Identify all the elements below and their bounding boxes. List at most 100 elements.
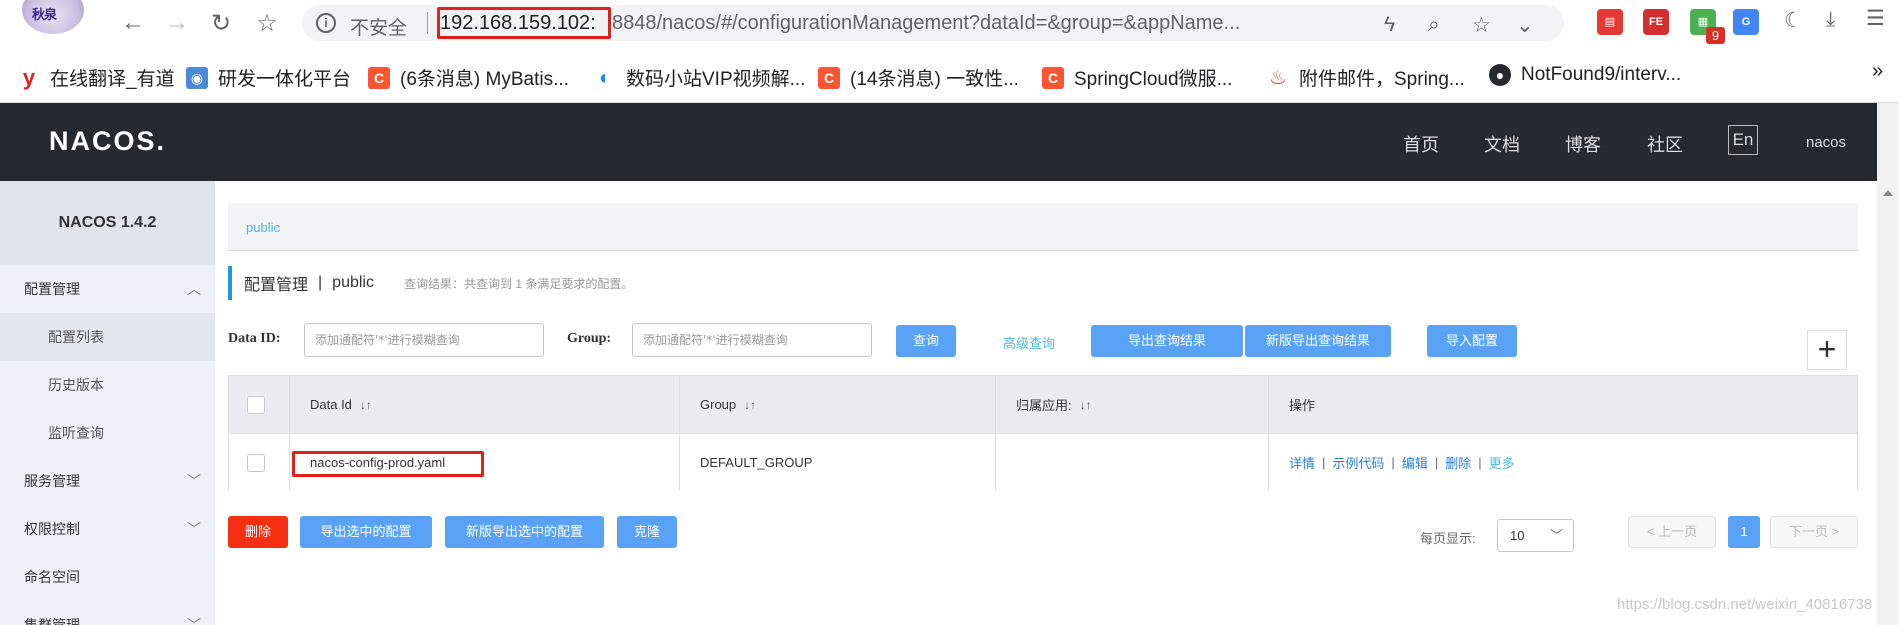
youdao-icon: y (18, 66, 40, 89)
page-size-select[interactable]: 10 ﹀ (1497, 519, 1574, 552)
extension-fe-icon[interactable]: FE (1643, 9, 1669, 35)
clone-button[interactable]: 克隆 (617, 516, 677, 548)
sort-icon[interactable]: ↓↑ (360, 398, 372, 412)
prev-page-button[interactable]: < 上一页 (1628, 516, 1716, 548)
header-operations: 操作 (1269, 376, 1857, 433)
sidebar-item-label: 监听查询 (48, 425, 104, 441)
sidebar-item-label: 服务管理 (24, 473, 80, 489)
namespace-tab-public[interactable]: public (246, 220, 280, 235)
export-query-new-button[interactable]: 新版导出查询结果 (1245, 325, 1391, 357)
translate-icon[interactable]: G (1733, 9, 1759, 35)
row-select-cell (229, 434, 290, 491)
devops-icon: ◉ (186, 66, 208, 89)
page-title: 配置管理 | public 查询结果：共查询到 1 条满足要求的配置。 (228, 266, 633, 300)
sidebar-item-cluster-management[interactable]: 集群管理 ﹀ (0, 601, 215, 625)
nav-home[interactable]: 首页 (1403, 131, 1439, 157)
bookmark-label: 在线翻译_有道 (50, 69, 175, 90)
header-app[interactable]: 归属应用: ↓↑ (996, 376, 1269, 433)
export-selected-button[interactable]: 导出选中的配置 (300, 516, 432, 548)
star-icon[interactable]: ☆ (1472, 13, 1491, 38)
add-config-button[interactable]: + (1807, 330, 1847, 370)
bookmark-item[interactable]: ♨ 附件邮件，Spring... (1267, 64, 1465, 91)
sidebar-item-listener-query[interactable]: 监听查询 (0, 409, 215, 457)
delete-button[interactable]: 删除 (228, 516, 288, 548)
nav-docs[interactable]: 文档 (1484, 131, 1520, 157)
page-1-button[interactable]: 1 (1728, 516, 1760, 548)
chevron-down-icon: ﹀ (187, 473, 201, 489)
advanced-query-link[interactable]: 高级查询 (1003, 333, 1055, 352)
sidebar-item-namespace[interactable]: 命名空间 (0, 553, 215, 601)
bookmark-star-icon[interactable]: ☆ (252, 8, 282, 38)
nacos-logo[interactable]: NACOS. (49, 126, 166, 157)
info-icon[interactable]: i (316, 13, 336, 33)
bookmark-item[interactable]: ◐ 数码小站VIP视频解... (594, 64, 805, 91)
nav-blog[interactable]: 博客 (1565, 131, 1601, 157)
next-page-button[interactable]: 下一页 > (1770, 516, 1858, 548)
page-scrollbar[interactable] (1877, 103, 1899, 625)
query-button[interactable]: 查询 (896, 325, 956, 357)
scroll-up-icon[interactable] (1883, 190, 1893, 196)
back-icon[interactable]: ← (118, 8, 148, 38)
github-icon: ● (1489, 64, 1511, 86)
profile-avatar[interactable]: 秋泉 (22, 0, 84, 34)
bookmark-label: NotFound9/interv... (1521, 64, 1682, 85)
row-checkbox[interactable] (247, 453, 265, 472)
sidebar-item-access-control[interactable]: 权限控制 ﹀ (0, 505, 215, 553)
sidebar-item-label: 命名空间 (24, 569, 80, 585)
user-menu[interactable]: nacos (1806, 134, 1846, 151)
csdn-icon: C (1042, 66, 1064, 89)
forward-icon[interactable]: → (162, 8, 192, 38)
dark-mode-icon[interactable]: ☾ (1784, 8, 1803, 33)
bookmark-label: SpringCloud微服... (1074, 69, 1233, 90)
edit-link[interactable]: 编辑 (1402, 453, 1428, 472)
video-icon: ◐ (594, 66, 616, 89)
sort-icon[interactable]: ↓↑ (1080, 398, 1092, 412)
bookmark-label: 附件邮件，Spring... (1299, 69, 1465, 90)
sidebar-item-label: 集群管理 (24, 617, 80, 625)
bookmark-item[interactable]: C SpringCloud微服... (1042, 64, 1232, 91)
more-link[interactable]: 更多 (1489, 453, 1515, 472)
chevron-down-icon[interactable]: ⌄ (1516, 13, 1534, 38)
header-group[interactable]: Group ↓↑ (680, 376, 996, 433)
dataid-input[interactable]: 添加通配符'*'进行模糊查询 (304, 323, 544, 357)
query-result-text: 查询结果：共查询到 1 条满足要求的配置。 (403, 276, 634, 291)
group-input[interactable]: 添加通配符'*'进行模糊查询 (632, 323, 872, 357)
bookmark-item[interactable]: C (14条消息) 一致性... (818, 64, 1019, 91)
sidebar-item-history[interactable]: 历史版本 (0, 361, 215, 409)
sidebar-item-config-management[interactable]: 配置管理 ︿ (0, 265, 215, 313)
header-data-id[interactable]: Data Id ↓↑ (290, 376, 680, 433)
bookmark-item[interactable]: y 在线翻译_有道 (18, 64, 175, 91)
download-icon[interactable]: ⤓ (1826, 8, 1835, 32)
browser-toolbar: 秋泉 ← → ↻ ☆ i 不安全 192.168.159.102: 8848/n… (0, 0, 1899, 45)
language-toggle[interactable]: En (1728, 125, 1758, 155)
lightning-icon[interactable]: ϟ (1384, 13, 1395, 37)
extension-red-icon[interactable]: ▤ (1597, 9, 1623, 35)
chevron-down-icon: ﹀ (187, 617, 201, 625)
bookmark-item[interactable]: ◉ 研发一体化平台 (186, 64, 351, 91)
sort-icon[interactable]: ↓↑ (744, 398, 756, 412)
menu-icon[interactable]: ☰ (1866, 6, 1885, 31)
sample-code-link[interactable]: 示例代码 (1332, 453, 1384, 472)
header-label: Group (700, 397, 737, 412)
nacos-header: NACOS. 首页 文档 博客 社区 En nacos (0, 103, 1877, 181)
address-path: 8848/nacos/#/configurationManagement?dat… (612, 12, 1241, 34)
bookmark-item[interactable]: C (6条消息) MyBatis... (368, 64, 569, 91)
detail-link[interactable]: 详情 (1289, 453, 1315, 472)
import-config-button[interactable]: 导入配置 (1427, 325, 1517, 357)
export-query-button[interactable]: 导出查询结果 (1091, 325, 1243, 357)
cell-app (996, 434, 1269, 491)
export-selected-new-button[interactable]: 新版导出选中的配置 (445, 516, 604, 548)
select-all-checkbox[interactable] (247, 395, 265, 414)
sidebar-item-config-list[interactable]: 配置列表 (0, 313, 215, 361)
dataid-label: Data ID: (228, 331, 281, 346)
reload-icon[interactable]: ↻ (206, 8, 236, 38)
bookmark-item[interactable]: ● NotFound9/interv... (1489, 64, 1681, 86)
zoom-icon[interactable]: ⌕ (1428, 13, 1440, 37)
sidebar-item-service-management[interactable]: 服务管理 ﹀ (0, 457, 215, 505)
address-divider (427, 12, 428, 34)
nav-community[interactable]: 社区 (1647, 131, 1683, 157)
delete-link[interactable]: 删除 (1445, 453, 1471, 472)
chevron-down-icon: ﹀ (1549, 528, 1563, 543)
sidebar-item-label: 配置列表 (48, 329, 104, 345)
bookmarks-overflow-icon[interactable]: » (1872, 60, 1883, 83)
